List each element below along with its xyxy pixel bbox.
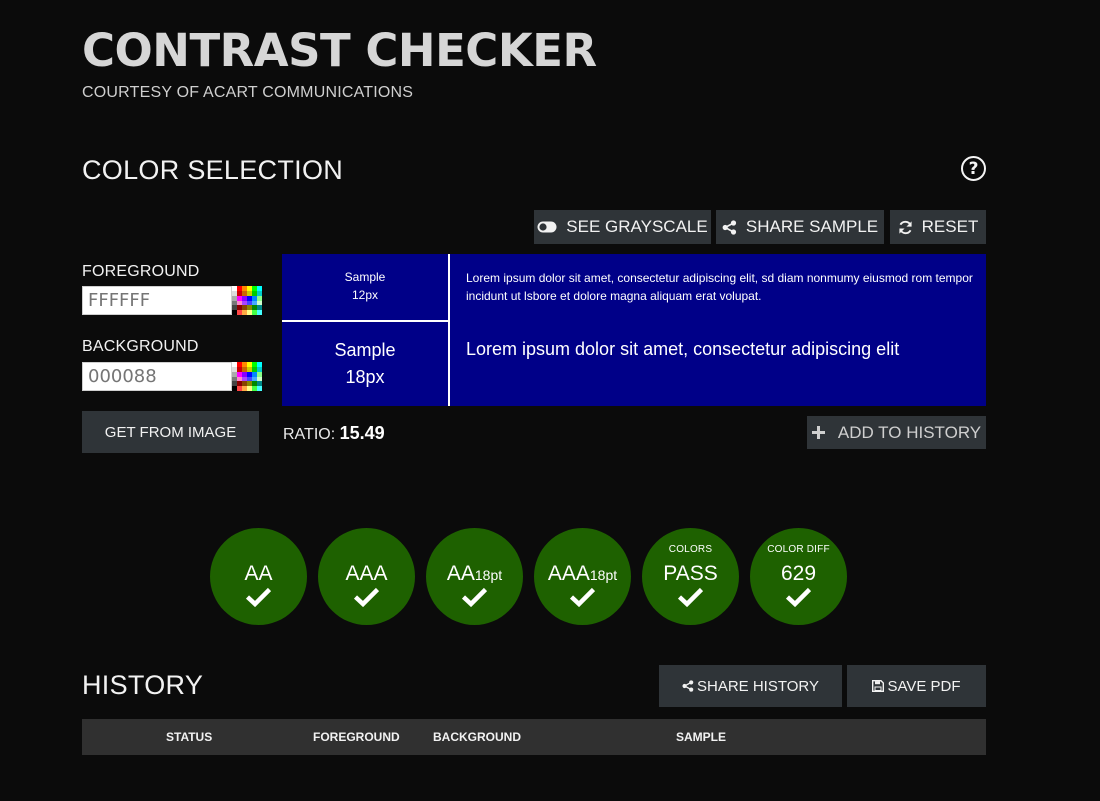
reset-label: RESET [921,217,979,236]
sample-large-label: Sample [334,340,396,360]
badge-aaa-18pt-suffix: 18pt [589,567,618,583]
check-icon [785,587,812,607]
badge-aa-18pt-main: AA [446,562,475,585]
share-icon [682,680,694,692]
badge-aa-18pt: AA18pt [426,528,523,625]
badge-colors: COLORS PASS [642,528,739,625]
floppy-disk-icon [872,680,885,692]
share-sample-label: SHARE SAMPLE [745,217,879,236]
column-header-status: STATUS [166,730,213,744]
share-icon [722,219,737,235]
sample-preview: Sample 12px Sample 18px Lorem ipsum dolo… [282,254,986,406]
history-heading: HISTORY [82,670,204,700]
share-sample-button[interactable]: SHARE SAMPLE [716,210,884,244]
sample-large-text: Lorem ipsum dolor sit amet, consectetur … [466,339,900,359]
badge-aa-18pt-label: AA18pt [426,562,523,586]
foreground-field[interactable] [82,286,232,315]
get-from-image-button[interactable]: GET FROM IMAGE [82,411,259,453]
reset-button[interactable]: RESET [890,210,986,244]
page-title: CONTRAST CHECKER [82,24,597,77]
palette-swatch [257,386,262,391]
refresh-icon [898,220,913,235]
badge-aaa-label: AAA [345,562,388,585]
add-to-history-label: ADD TO HISTORY [837,422,982,442]
badge-aaa: AAA [318,528,415,625]
sample-divider-horizontal [282,320,448,322]
check-icon [245,587,272,607]
page-subtitle: COURTESY OF ACART COMMUNICATIONS [82,84,414,101]
see-grayscale-button[interactable]: SEE GRAYSCALE [534,210,711,244]
background-label: BACKGROUND [82,338,199,355]
color-selection-heading: COLOR SELECTION [82,155,344,185]
ratio-display: RATIO: 15.49 [283,423,385,444]
badge-aa: AA [210,528,307,625]
badge-color-diff: COLOR DIFF 629 [750,528,847,625]
save-pdf-label: SAVE PDF [887,677,961,695]
column-header-sample: SAMPLE [676,730,727,744]
plus-icon [811,426,825,439]
badge-aa-label: AA [244,562,273,585]
foreground-palette-icon[interactable] [232,286,262,315]
foreground-label: FOREGROUND [82,263,200,280]
ratio-label: RATIO: [283,426,336,443]
badge-aaa-18pt-label: AAA18pt [534,562,631,586]
add-to-history-button[interactable]: ADD TO HISTORY [807,416,986,449]
ratio-value: 15.49 [339,423,385,443]
share-history-button[interactable]: SHARE HISTORY [659,665,842,707]
column-header-foreground: FOREGROUND [313,730,400,744]
badge-colors-caption: COLORS [668,544,713,555]
check-icon [677,587,704,607]
palette-swatch [257,310,262,315]
sample-small-size: 12px [351,288,379,302]
save-pdf-button[interactable]: SAVE PDF [847,665,986,707]
badge-aa-18pt-suffix: 18pt [474,567,503,583]
badge-aaa-18pt-main: AAA [547,562,590,585]
share-history-label: SHARE HISTORY [697,677,819,695]
toggle-icon [537,221,557,233]
check-icon [569,587,596,607]
sample-large-size: 18px [345,367,385,387]
column-header-background: BACKGROUND [433,730,521,744]
history-table-header: STATUS FOREGROUND BACKGROUND SAMPLE [82,719,986,755]
question-circle-icon[interactable]: ? [961,156,986,181]
background-field[interactable] [82,362,232,391]
check-icon [353,587,380,607]
check-icon [461,587,488,607]
background-palette-icon[interactable] [232,362,262,391]
get-from-image-label: GET FROM IMAGE [104,423,237,441]
sample-small-text: Lorem ipsum dolor sit amet, consectetur … [466,271,973,303]
sample-small-label: Sample [344,270,386,284]
badge-color-diff-caption: COLOR DIFF [767,544,830,555]
see-grayscale-label: SEE GRAYSCALE [566,217,708,236]
badge-colors-label: PASS [663,562,718,585]
sample-divider-vertical [448,254,450,406]
badge-color-diff-value: 629 [780,562,817,585]
badge-aaa-18pt: AAA18pt [534,528,631,625]
